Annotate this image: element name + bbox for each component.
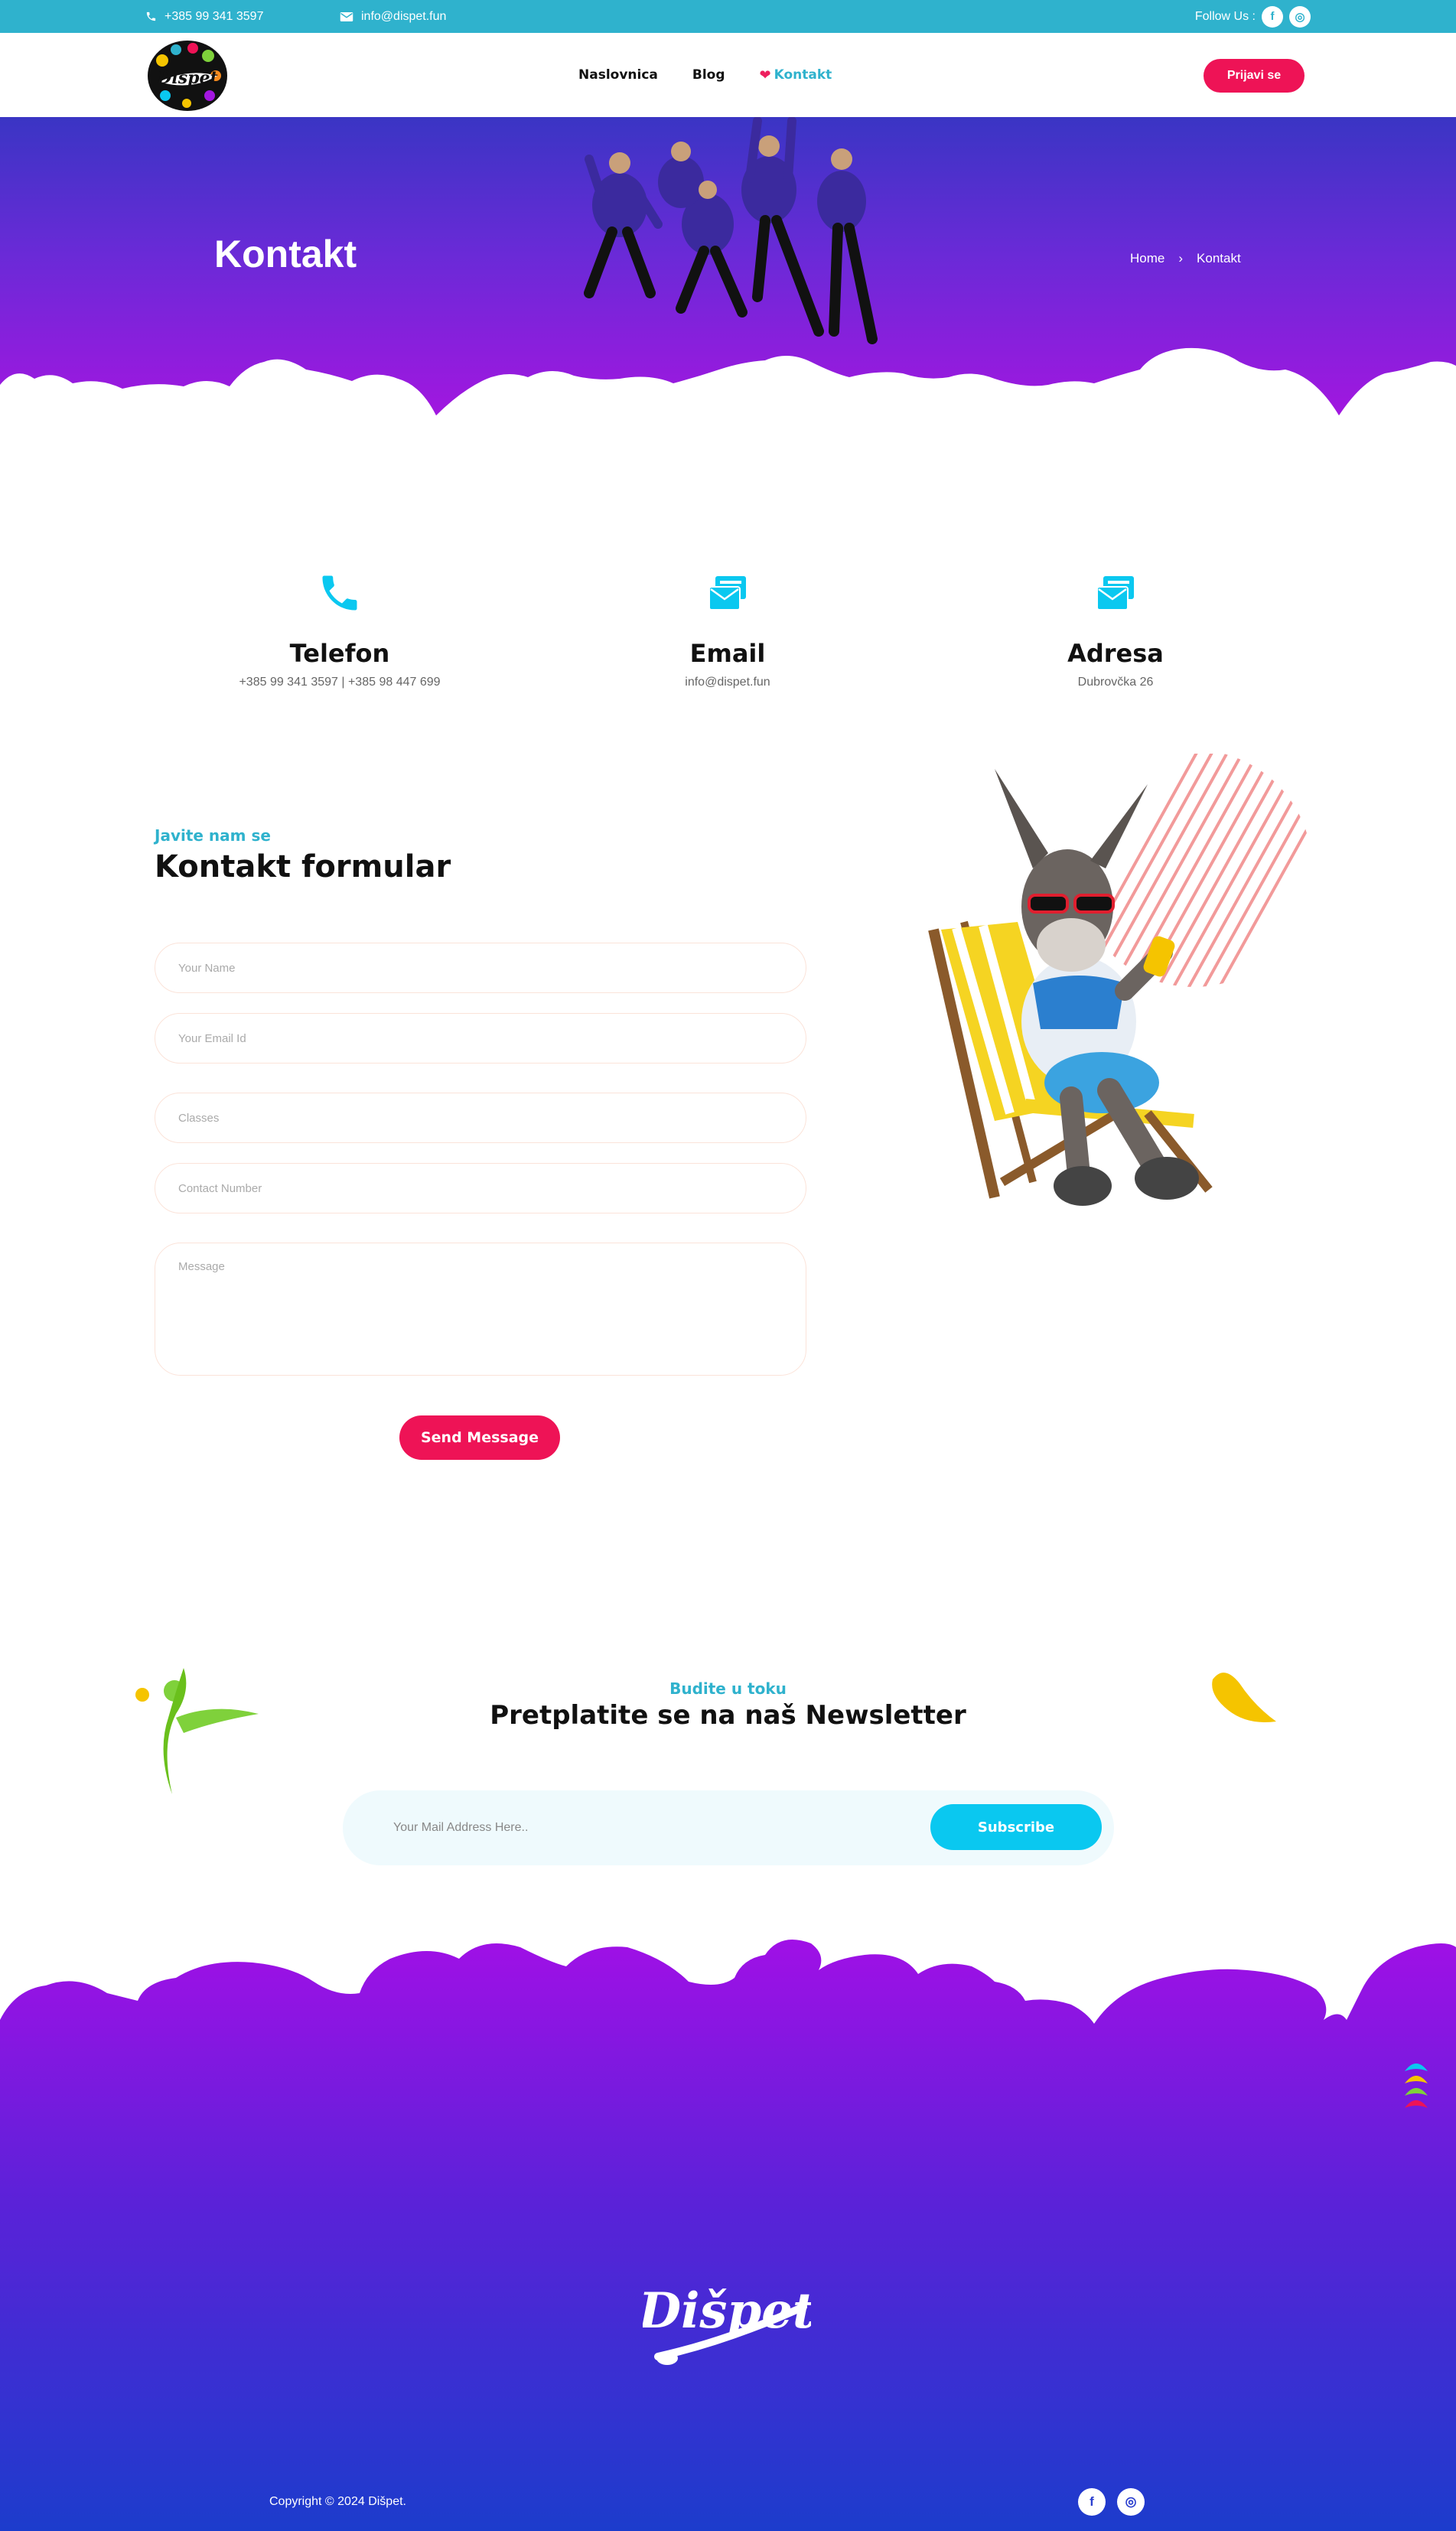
footer-logo-text: Dišpet <box>643 2282 811 2340</box>
instagram-icon[interactable]: ◎ <box>1289 5 1311 28</box>
topbar-email[interactable]: info@dispet.fun <box>340 0 446 33</box>
breadcrumb-home[interactable]: Home <box>1130 251 1164 266</box>
main-nav: Naslovnica Blog ❤ Kontakt <box>578 33 832 117</box>
breadcrumb-current: Kontakt <box>1197 251 1241 265</box>
topbar-phone[interactable]: +385 99 341 3597 <box>145 0 263 33</box>
envelope-icon <box>340 11 353 21</box>
email-input[interactable] <box>155 1013 806 1064</box>
contact-card-title: Telefon <box>289 639 390 668</box>
form-kicker: Javite nam se <box>155 826 271 845</box>
top-bar: +385 99 341 3597 info@dispet.fun Follow … <box>0 0 1456 33</box>
phone-icon <box>322 575 357 611</box>
classes-input[interactable] <box>155 1093 806 1143</box>
contact-card-email: Email info@dispet.fun <box>575 570 881 689</box>
newsletter-title: Pretplatite se na naš Newsletter <box>490 1700 966 1731</box>
logo-text: Dišpet <box>156 68 217 88</box>
contact-card-text: Dubrovčka 26 <box>1077 676 1154 689</box>
scroll-to-top-icon[interactable] <box>1403 2054 1429 2116</box>
name-input[interactable] <box>155 943 806 993</box>
site-header: Dišpet Naslovnica Blog ❤ Kontakt Prijavi… <box>0 33 1456 117</box>
instagram-icon[interactable]: ◎ <box>1117 2488 1145 2516</box>
topbar-follow: Follow Us : f ◎ <box>1195 0 1311 33</box>
newsletter-form: Subscribe <box>343 1790 1114 1865</box>
contact-card-title: Email <box>689 639 766 668</box>
footer-logo[interactable]: Dišpet <box>643 2265 811 2372</box>
nav-naslovnica[interactable]: Naslovnica <box>578 67 658 83</box>
cloud-divider <box>0 347 1456 423</box>
contact-card-text: info@dispet.fun <box>685 676 770 689</box>
team-jumping-photo <box>584 117 878 344</box>
mail-icon <box>708 576 746 611</box>
signup-button[interactable]: Prijavi se <box>1204 59 1305 93</box>
copyright-text: Copyright © 2024 Dišpet. <box>269 2495 406 2508</box>
facebook-icon[interactable]: f <box>1262 5 1283 28</box>
chevron-right-icon: › <box>1178 251 1184 265</box>
contact-card-address: Adresa Dubrovčka 26 <box>963 570 1269 689</box>
site-footer: Dišpet Copyright © 2024 Dišpet. f ◎ <box>0 1928 1456 2531</box>
contact-card-title: Adresa <box>1067 639 1164 668</box>
footer-background <box>0 1940 1456 2531</box>
site-logo[interactable]: Dišpet <box>145 37 230 112</box>
heart-icon: ❤ <box>759 67 771 83</box>
contact-card-phone: Telefon +385 99 341 3597 | +385 98 447 6… <box>187 570 493 689</box>
facebook-icon[interactable]: f <box>1078 2488 1106 2516</box>
topbar-phone-text: +385 99 341 3597 <box>164 9 264 23</box>
donkey-mascot-illustration <box>928 754 1312 1206</box>
mail-icon <box>1096 576 1134 611</box>
page-title: Kontakt <box>214 233 357 275</box>
subscribe-button[interactable]: Subscribe <box>930 1804 1102 1850</box>
nav-blog[interactable]: Blog <box>692 67 725 83</box>
page-hero: Kontakt Home › Kontakt <box>0 117 1456 423</box>
newsletter-kicker: Budite u toku <box>669 1679 787 1698</box>
phone-icon <box>146 11 156 21</box>
follow-label: Follow Us : <box>1194 9 1256 23</box>
nav-kontakt[interactable]: ❤ Kontakt <box>760 67 832 83</box>
contact-number-input[interactable] <box>155 1163 806 1213</box>
contact-card-text: +385 99 341 3597 | +385 98 447 699 <box>239 676 441 689</box>
nav-kontakt-label: Kontakt <box>774 67 832 83</box>
message-textarea[interactable] <box>155 1243 806 1376</box>
breadcrumb: Home › Kontakt <box>1130 251 1241 266</box>
form-title: Kontakt formular <box>155 849 451 884</box>
newsletter-email-input[interactable] <box>393 1809 883 1847</box>
send-message-button[interactable]: Send Message <box>399 1415 560 1460</box>
topbar-email-text: info@dispet.fun <box>361 9 447 23</box>
